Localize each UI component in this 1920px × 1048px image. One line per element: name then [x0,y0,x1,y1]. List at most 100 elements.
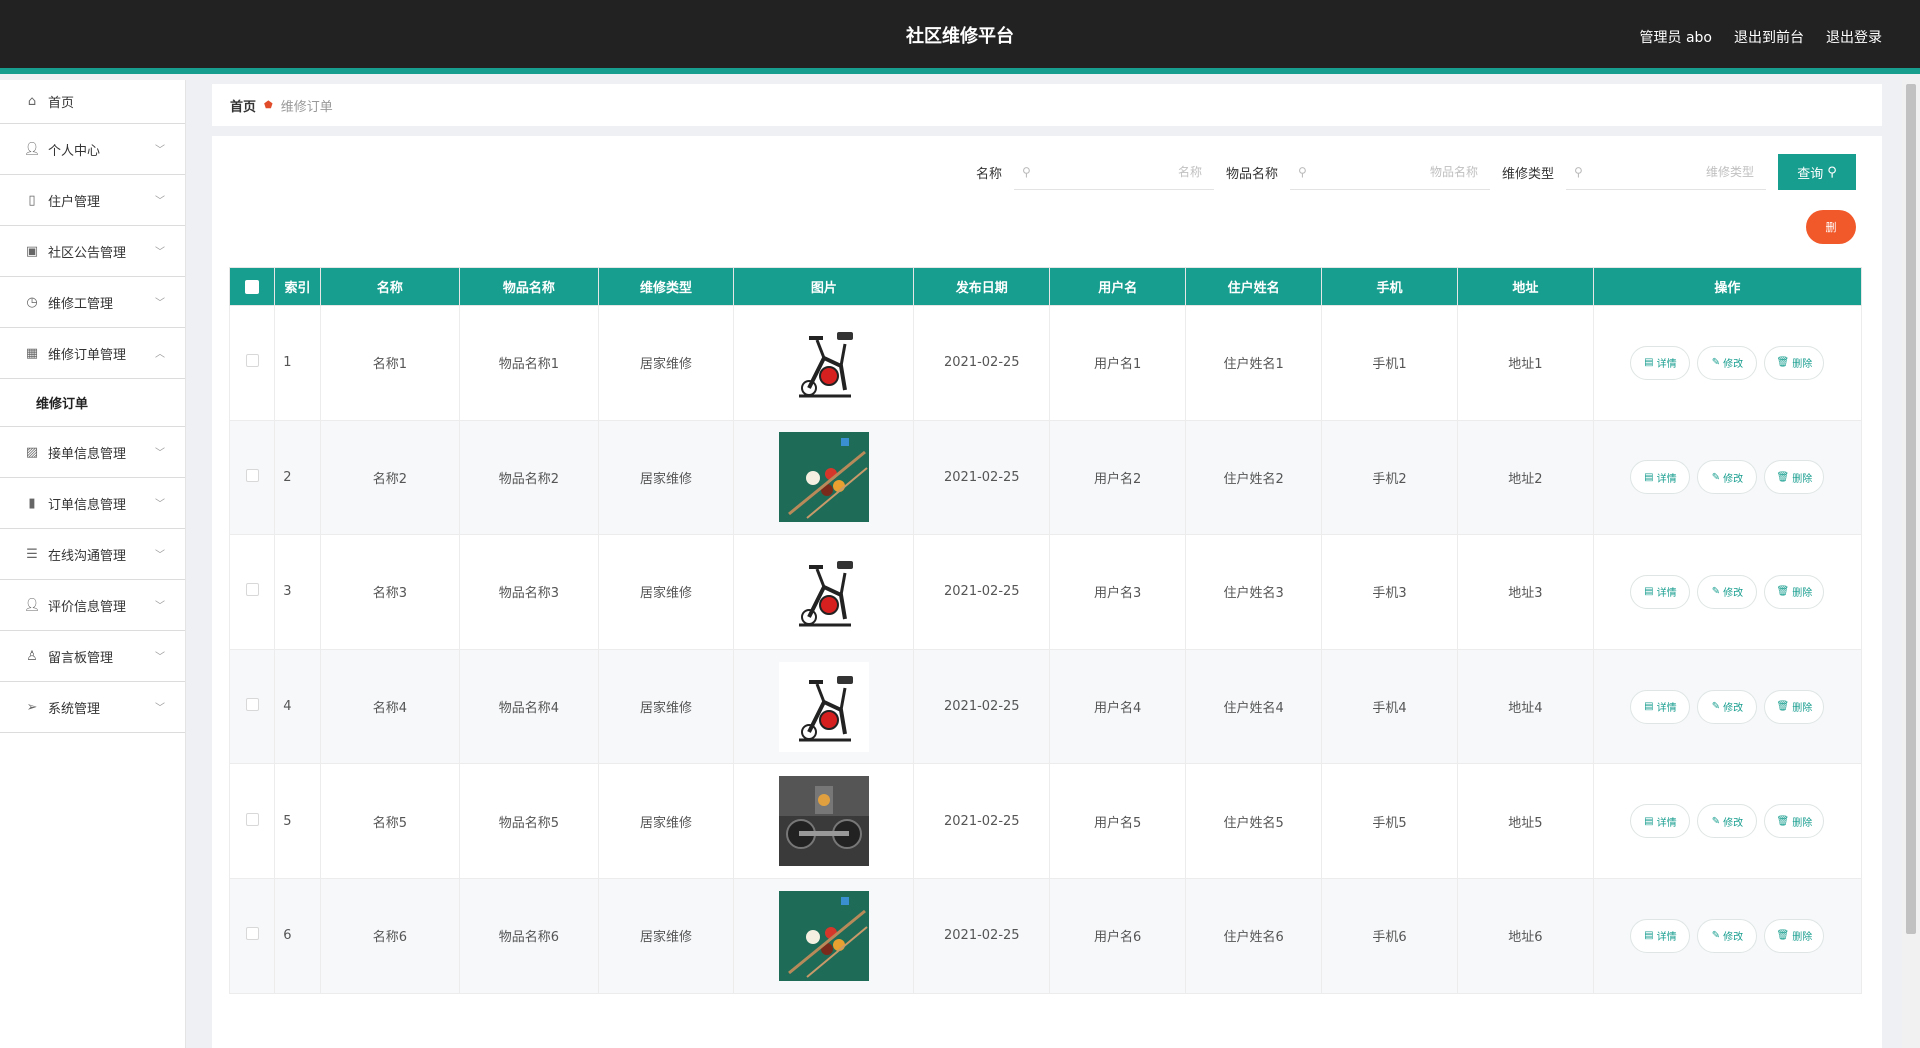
chevron-down-icon: ﹀ [155,499,165,510]
detail-button[interactable]: ▤ 详情 [1630,460,1691,495]
sidebar-item-order-management[interactable]: ▦ 维修订单管理 ︿ [0,328,185,379]
detail-button[interactable]: ▤ 详情 [1630,689,1691,724]
column-header: 地址 [1456,267,1594,306]
sidebar-item-label: 维修订单管理 [48,347,127,363]
column-header: 图片 [733,267,915,306]
search-icon: ⚲ [1574,164,1583,179]
delete-button[interactable]: 🗑︎ 删除 [1764,689,1825,724]
detail-button[interactable]: ▤ 详情 [1630,345,1691,380]
sidebar-item-message-board[interactable]: ♙ 留言板管理 ﹀ [0,631,185,682]
edit-button[interactable]: ✎ 修改 [1697,918,1758,953]
image-cell [733,877,915,994]
table-row: 3 名称3 物品名称3 居家维修 2021-02-25 用户名3 住户姓名3 手机3 地址3 ▤ 详… [228,534,1863,650]
row-select-cell [228,877,276,994]
item-search-input[interactable] [1289,154,1490,189]
image-cell [733,763,915,879]
repair-type-cell: 居家维修 [597,305,735,421]
delete-button[interactable]: 🗑︎ 删除 [1764,345,1825,380]
sidebar: ⌂ 首页 👤︎ 个人中心 ﹀ ▯ 住户管理 ﹀ ▣ 社区公告管理 ﹀ ◷ 维修工… [0,80,186,1048]
row-select-cell [228,763,276,879]
user-icon: 👤︎ [23,141,41,157]
delete-button[interactable]: 🗑︎ 删除 [1764,804,1825,839]
index-cell: 4 [274,648,321,765]
name-cell: 名称1 [319,305,461,421]
sidebar-item-accept-info-management[interactable]: ▨ 接单信息管理 ﹀ [0,427,185,478]
exercise-bike-image [778,661,869,752]
gym-weights-image [778,776,869,867]
address-cell: 地址4 [1456,648,1594,765]
scrollbar-thumb[interactable] [1906,84,1916,934]
item-name-cell: 物品名称3 [459,534,599,650]
date-cell: 2021-02-25 [913,648,1051,765]
row-select-cell [228,419,276,536]
sidebar-subitem-repair-orders[interactable]: 维修订单 [0,379,185,427]
row-checkbox[interactable] [245,927,259,941]
sidebar-item-chat-management[interactable]: ☰ 在线沟通管理 ﹀ [0,529,185,580]
sidebar-item-home[interactable]: ⌂ 首页 [0,80,185,124]
name-cell: 名称4 [319,648,461,765]
delete-button-label: 删除 [1792,588,1813,600]
app-title: 社区维修平台 [906,26,1014,47]
header-accent-bar [0,68,1920,74]
frontend-link[interactable]: 退出到前台 [1734,27,1804,47]
table-row: 6 名称6 物品名称6 居家维修 2021-02-25 用户名6 住户姓名6 手机6 地址6 ▤ 详… [228,877,1863,994]
sidebar-item-order-info-management[interactable]: ▮ 订单信息管理 ﹀ [0,478,185,529]
row-checkbox[interactable] [245,698,259,712]
board-icon: ▣ [25,243,39,259]
delete-button[interactable]: 🗑︎ 删除 [1764,918,1825,953]
edit-button-label: 修改 [1723,932,1744,944]
detail-button[interactable]: ▤ 详情 [1630,918,1691,953]
delete-button[interactable]: 🗑︎ 删除 [1764,460,1825,495]
sidebar-item-system-management[interactable]: ➢ 系统管理 ﹀ [0,682,185,733]
search-input-wrapper: ⚲ [1289,154,1490,190]
detail-button[interactable]: ▤ 详情 [1630,804,1691,839]
index-cell: 3 [274,534,321,650]
address-cell: 地址1 [1456,305,1594,421]
actions-cell: ▤ 详情 ✎ 修改 🗑︎ 删除 [1592,534,1863,650]
row-actions: ▤ 详情 ✎ 修改 🗑︎ 删除 [1594,804,1861,839]
breadcrumb-home[interactable]: 首页 [230,96,256,115]
column-header: 维修类型 [597,267,735,306]
search-group-type: 维修类型 ⚲ [1502,154,1766,190]
row-checkbox[interactable] [245,354,259,368]
delete-button[interactable]: 🗑︎ 删除 [1764,574,1825,609]
row-checkbox[interactable] [245,468,259,482]
sidebar-item-label: 评价信息管理 [48,599,127,615]
edit-button[interactable]: ✎ 修改 [1697,460,1758,495]
table-header-row: 索引 名称 物品名称 维修类型 图片 发布日期 用户名 住户姓名 手机 地址 操… [228,267,1863,306]
sidebar-item-personal-center[interactable]: 👤︎ 个人中心 ﹀ [0,124,185,175]
edit-button[interactable]: ✎ 修改 [1697,345,1758,380]
trash-icon: 🗑︎ [1776,471,1790,483]
name-search-input[interactable] [1013,154,1214,189]
edit-button[interactable]: ✎ 修改 [1697,689,1758,724]
sidebar-item-label: 首页 [48,96,75,111]
row-checkbox[interactable] [245,583,259,597]
sidebar-item-review-management[interactable]: 👤︎ 评价信息管理 ﹀ [0,580,185,631]
search-input-wrapper: ⚲ [1013,154,1214,190]
edit-button-label: 修改 [1723,588,1744,600]
trash-icon: 🗑︎ [1776,930,1790,942]
item-name-cell: 物品名称5 [459,763,599,879]
type-search-input[interactable] [1566,154,1766,189]
sidebar-item-repairman-management[interactable]: ◷ 维修工管理 ﹀ [0,277,185,328]
phone-cell: 手机6 [1321,877,1458,994]
row-select-cell [228,305,276,421]
logout-link[interactable]: 退出登录 [1826,27,1882,47]
row-checkbox[interactable] [245,812,259,826]
actions-cell: ▤ 详情 ✎ 修改 🗑︎ 删除 [1592,877,1863,994]
delete-button-label: 删除 [1792,817,1813,829]
username-cell: 用户名2 [1049,419,1187,536]
page-scrollbar[interactable] [1902,80,1920,1048]
sidebar-item-resident-management[interactable]: ▯ 住户管理 ﹀ [0,175,185,226]
sidebar-item-notice-management[interactable]: ▣ 社区公告管理 ﹀ [0,226,185,277]
query-button[interactable]: 查询 ⚲ [1778,154,1856,190]
edit-button[interactable]: ✎ 修改 [1697,574,1758,609]
chevron-down-icon: ﹀ [155,550,165,561]
search-label: 名称 [975,166,1002,182]
batch-delete-button[interactable]: 删 [1806,210,1856,244]
edit-button[interactable]: ✎ 修改 [1697,804,1758,839]
detail-button[interactable]: ▤ 详情 [1630,574,1691,609]
address-cell: 地址3 [1456,534,1594,650]
select-all-checkbox[interactable] [245,279,260,294]
edit-icon: ✎ [1711,586,1721,598]
